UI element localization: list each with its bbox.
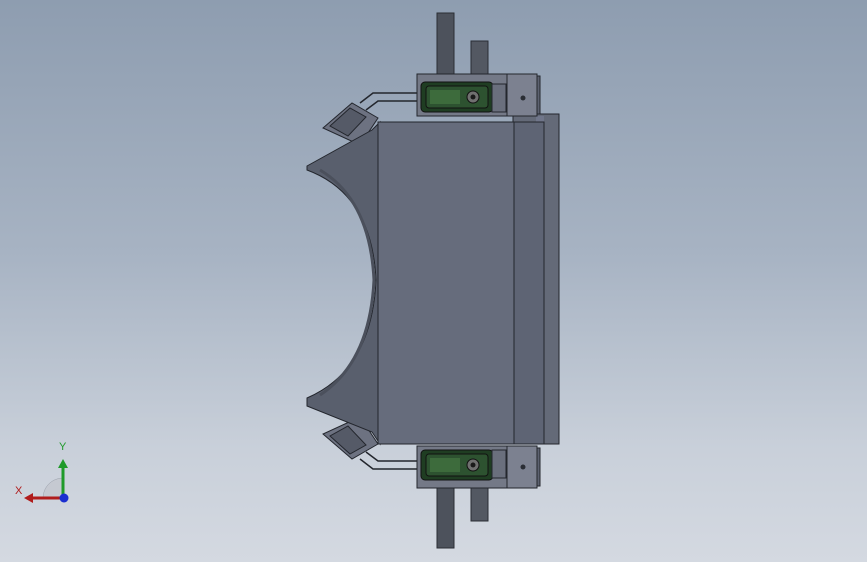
z-axis-dot-icon <box>59 493 69 503</box>
main-body-front[interactable] <box>377 121 515 445</box>
y-axis-label: Y <box>59 441 67 453</box>
upper-bracket[interactable] <box>416 73 541 117</box>
cad-model[interactable] <box>0 0 867 562</box>
upper-actuator[interactable] <box>420 81 494 113</box>
lower-bracket-hole <box>520 464 526 470</box>
triad-graphic <box>24 459 69 503</box>
y-axis-arrow-icon <box>58 459 68 468</box>
lower-actuator[interactable] <box>420 449 494 481</box>
main-body-side[interactable] <box>513 121 545 445</box>
graphics-viewport[interactable]: Y X <box>0 0 867 562</box>
x-axis-label: X <box>15 485 23 497</box>
lower-bracket[interactable] <box>416 445 541 489</box>
orientation-triad: Y X <box>10 440 80 510</box>
x-axis-arrow-icon <box>24 493 33 503</box>
upper-bracket-hole <box>520 95 526 101</box>
curved-flange[interactable] <box>306 120 381 446</box>
